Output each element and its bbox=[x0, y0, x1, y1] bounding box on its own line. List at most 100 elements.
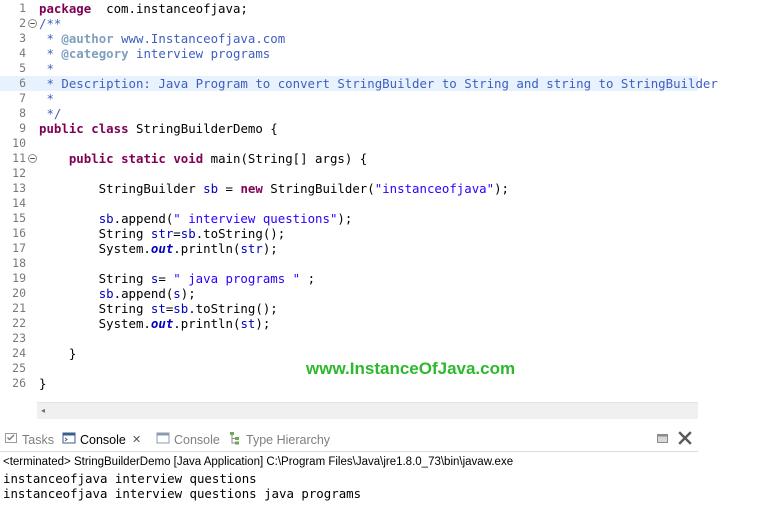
console-icon bbox=[62, 431, 76, 450]
tab-tasks[interactable]: Tasks bbox=[4, 431, 54, 449]
code-token: */ bbox=[39, 106, 62, 121]
console-output-area[interactable]: <terminated> StringBuilderDemo [Java App… bbox=[0, 453, 761, 531]
code-line[interactable]: 16 String str=sb.toString(); bbox=[0, 226, 698, 241]
console-output-line: instanceofjava interview questions bbox=[3, 471, 257, 486]
hierarchy-icon bbox=[228, 431, 242, 450]
code-token: System. bbox=[39, 316, 151, 331]
code-line[interactable]: 23 bbox=[0, 331, 698, 346]
code-token: } bbox=[39, 376, 47, 391]
code-token: " interview questions" bbox=[173, 211, 338, 226]
code-text: public static void main(String[] args) { bbox=[39, 151, 367, 166]
minimize-view-icon[interactable] bbox=[656, 431, 669, 449]
code-token: String bbox=[39, 301, 151, 316]
code-line[interactable]: 21 String st=sb.toString(); bbox=[0, 301, 698, 316]
code-line[interactable]: 19 String s= " java programs " ; bbox=[0, 271, 698, 286]
code-text: */ bbox=[39, 106, 61, 121]
code-token: .toString(); bbox=[188, 301, 278, 316]
code-line[interactable]: 12 bbox=[0, 166, 698, 181]
line-number: 4 bbox=[19, 46, 26, 60]
code-token: ); bbox=[180, 286, 196, 301]
code-line[interactable]: 22 System.out.println(st); bbox=[0, 316, 698, 331]
code-line[interactable]: 14 bbox=[0, 196, 698, 211]
code-token: "instanceofjava" bbox=[374, 181, 495, 196]
code-token: ; bbox=[300, 271, 316, 286]
code-line[interactable]: 10 bbox=[0, 136, 698, 151]
scroll-left-icon[interactable]: ◂ bbox=[41, 405, 45, 417]
close-icon[interactable]: ✕ bbox=[132, 431, 141, 449]
code-text: * @category interview programs bbox=[39, 46, 270, 61]
code-token: StringBuilder bbox=[39, 181, 204, 196]
collapse-fold-icon[interactable] bbox=[28, 154, 37, 163]
code-token: /** bbox=[39, 16, 62, 31]
line-number: 2 bbox=[19, 16, 26, 30]
tab-type-hierarchy[interactable]: Type Hierarchy bbox=[228, 431, 330, 449]
tab-console-2[interactable]: Console bbox=[156, 431, 220, 449]
code-token: = bbox=[173, 226, 181, 241]
code-token: out bbox=[150, 316, 174, 331]
code-line[interactable]: 6 * Description: Java Program to convert… bbox=[0, 76, 718, 91]
code-token: String bbox=[39, 226, 151, 241]
tab-tasks-label: Tasks bbox=[22, 433, 54, 447]
code-token: package bbox=[39, 1, 92, 16]
code-token: * bbox=[39, 61, 54, 76]
line-number: 16 bbox=[12, 226, 26, 240]
code-token: * bbox=[39, 31, 62, 46]
line-number: 23 bbox=[12, 331, 26, 345]
code-token: " java programs " bbox=[173, 271, 301, 286]
code-text: String st=sb.toString(); bbox=[39, 301, 278, 316]
code-line[interactable]: 9 public class StringBuilderDemo { bbox=[0, 121, 698, 136]
code-text: String s= " java programs " ; bbox=[39, 271, 315, 286]
line-number: 26 bbox=[12, 376, 26, 390]
code-token: .append( bbox=[113, 211, 174, 226]
code-token: .append( bbox=[113, 286, 174, 301]
line-number: 6 bbox=[19, 76, 26, 90]
console-tab-bar: Tasks Console ✕ Console Type Hierarchy bbox=[0, 427, 698, 452]
scroll-gutter-spacer bbox=[0, 402, 37, 419]
code-line[interactable]: 8 */ bbox=[0, 106, 698, 121]
code-token: out bbox=[150, 241, 174, 256]
line-number: 13 bbox=[12, 181, 26, 195]
tab-console-label: Console bbox=[80, 433, 126, 447]
line-number: 7 bbox=[19, 91, 26, 105]
code-token: s bbox=[173, 286, 181, 301]
line-number: 14 bbox=[12, 196, 26, 210]
code-token: * Description: Java Program to convert S… bbox=[39, 76, 718, 91]
code-text: sb.append(s); bbox=[39, 286, 196, 301]
code-token: st bbox=[240, 316, 256, 331]
line-number: 25 bbox=[12, 361, 26, 375]
code-line[interactable]: 2 /** bbox=[0, 16, 698, 31]
code-token: class bbox=[91, 121, 129, 136]
line-number: 19 bbox=[12, 271, 26, 285]
code-text: * @author www.Instanceofjava.com bbox=[39, 31, 285, 46]
code-token: * bbox=[39, 91, 54, 106]
code-token: @author bbox=[61, 31, 114, 46]
code-token: StringBuilder( bbox=[262, 181, 375, 196]
code-line[interactable]: 13 StringBuilder sb = new StringBuilder(… bbox=[0, 181, 698, 196]
code-line[interactable]: 3 * @author www.Instanceofjava.com bbox=[0, 31, 698, 46]
tasks-icon bbox=[4, 431, 18, 450]
code-token: sb bbox=[203, 181, 219, 196]
code-token: } bbox=[39, 346, 77, 361]
code-token: ); bbox=[262, 241, 278, 256]
code-line[interactable]: 7 * bbox=[0, 91, 698, 106]
code-line[interactable]: 17 System.out.println(str); bbox=[0, 241, 698, 256]
code-line[interactable]: 20 sb.append(s); bbox=[0, 286, 698, 301]
code-editor[interactable]: 1 package com.instanceofjava; 2/** 3 * @aut… bbox=[0, 0, 718, 402]
code-text: } bbox=[39, 346, 76, 361]
code-text: StringBuilder sb = new StringBuilder("in… bbox=[39, 181, 509, 196]
horizontal-scrollbar[interactable]: ◂ bbox=[37, 402, 698, 419]
remove-launch-icon[interactable] bbox=[678, 431, 692, 449]
code-line[interactable]: 5 * bbox=[0, 61, 698, 76]
code-line[interactable]: 11 public static void main(String[] args… bbox=[0, 151, 698, 166]
code-line[interactable]: 18 bbox=[0, 256, 698, 271]
code-line[interactable]: 15 sb.append(" interview questions"); bbox=[0, 211, 698, 226]
collapse-fold-icon[interactable] bbox=[28, 19, 37, 28]
code-text: String str=sb.toString(); bbox=[39, 226, 286, 241]
code-token: interview programs bbox=[128, 46, 271, 61]
code-line[interactable]: 4 * @category interview programs bbox=[0, 46, 698, 61]
code-line[interactable]: 1 package com.instanceofjava; bbox=[0, 1, 698, 16]
code-token: @category bbox=[61, 46, 129, 61]
line-number: 3 bbox=[19, 31, 26, 45]
tab-console-active[interactable]: Console ✕ bbox=[62, 431, 141, 450]
line-number: 18 bbox=[12, 256, 26, 270]
